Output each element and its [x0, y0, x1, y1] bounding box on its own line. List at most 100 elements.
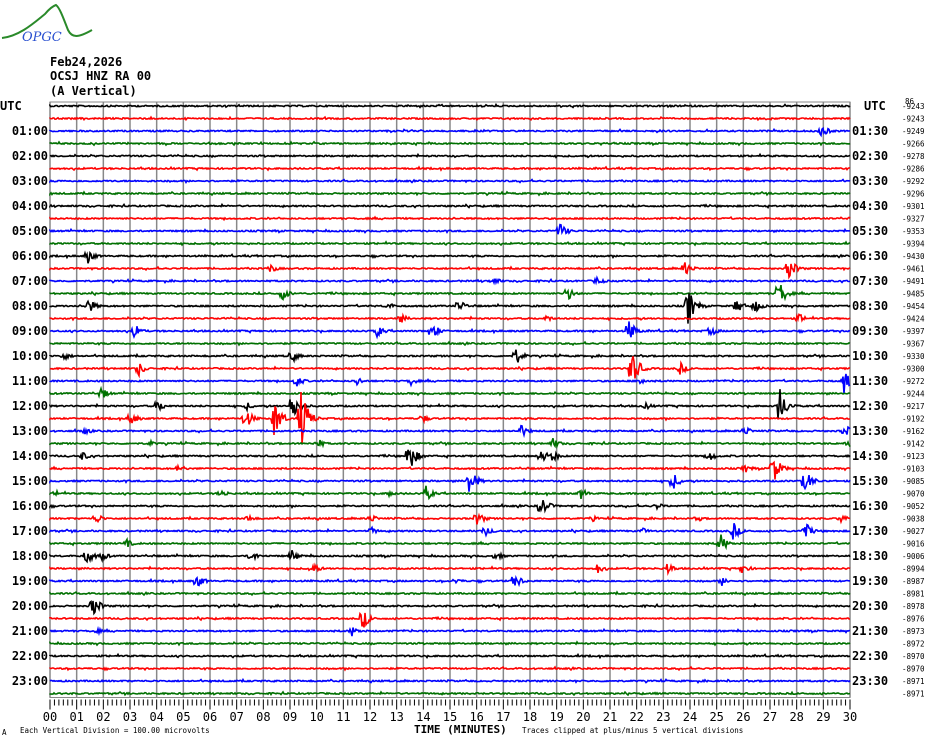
left-time-label: 23:00 [12, 674, 48, 688]
x-tick-label: 05 [176, 710, 190, 724]
trace-offset-label: -8976 [902, 615, 925, 624]
left-time-label: 18:00 [12, 549, 48, 563]
right-time-label: 07:30 [852, 274, 888, 288]
x-tick-label: 30 [843, 710, 857, 724]
right-time-label: 09:30 [852, 324, 888, 338]
trace-offset-label: -9424 [902, 315, 925, 324]
left-time-label: 21:00 [12, 624, 48, 638]
trace-offset-label: -9286 [902, 165, 925, 174]
trace-offset-label: -9353 [902, 227, 925, 236]
trace-offset-label: -9330 [902, 352, 925, 361]
x-tick-label: 08 [256, 710, 270, 724]
x-tick-label: 26 [736, 710, 750, 724]
x-tick-label: 27 [763, 710, 777, 724]
trace-offset-label: -9217 [902, 402, 925, 411]
right-time-label: 02:30 [852, 149, 888, 163]
right-time-label: 18:30 [852, 549, 888, 563]
trace-offset-label: -9300 [902, 365, 925, 374]
x-tick-label: 25 [709, 710, 723, 724]
left-time-label: 17:00 [12, 524, 48, 538]
logo: OPGC [1, 3, 93, 45]
right-time-label: 13:30 [852, 424, 888, 438]
right-time-label: 06:30 [852, 249, 888, 263]
left-time-label: 10:00 [12, 349, 48, 363]
header-station: OCSJ HNZ RA 00 [50, 69, 151, 83]
helicorder-plot: OPGC Feb24,2026 OCSJ HNZ RA 00 (A Vertic… [0, 3, 925, 737]
left-time-label: 16:00 [12, 499, 48, 513]
x-tick-label: 00 [43, 710, 57, 724]
left-time-label: 09:00 [12, 324, 48, 338]
left-time-label: 19:00 [12, 574, 48, 588]
right-time-label: 04:30 [852, 199, 888, 213]
trace-offset-label: -9327 [902, 215, 925, 224]
footer-mark: A [2, 728, 7, 737]
right-time-label: 03:30 [852, 174, 888, 188]
trace-offset-label: -9397 [902, 327, 925, 336]
trace-offset-label: -9038 [902, 515, 925, 524]
logo-text: OPGC [22, 30, 62, 45]
left-time-label: 15:00 [12, 474, 48, 488]
trace-offset-label: -9491 [902, 277, 925, 286]
right-time-label: 20:30 [852, 599, 888, 613]
left-time-label: 20:00 [12, 599, 48, 613]
trace-offset-label: -9243 [902, 115, 925, 124]
right-time-label: 21:30 [852, 624, 888, 638]
trace-offset-label: -9296 [902, 190, 925, 199]
trace-offset-label: -8971 [902, 690, 925, 699]
left-time-label: UTC [0, 99, 22, 113]
trace-offset-label: -9162 [902, 427, 925, 436]
trace-offset-label: -8987 [902, 577, 925, 586]
right-time-label: 08:30 [852, 299, 888, 313]
trace-offset-label: -9103 [902, 465, 925, 474]
x-tick-label: 01 [69, 710, 83, 724]
footer-scale-note: Each Vertical Division = 100.00 microvol… [20, 726, 210, 735]
trace-offset-label: -9367 [902, 340, 925, 349]
x-tick-label: 12 [363, 710, 377, 724]
left-time-label: 01:00 [12, 124, 48, 138]
trace-offset-label: -9123 [902, 452, 925, 461]
left-time-label: 05:00 [12, 224, 48, 238]
right-time-label: UTC [864, 99, 886, 113]
x-tick-label: 28 [789, 710, 803, 724]
x-tick-label: 04 [149, 710, 163, 724]
trace-offset-label: -9085 [902, 477, 925, 486]
x-tick-label: 29 [816, 710, 830, 724]
x-axis-title: TIME (MINUTES) [414, 723, 507, 736]
trace-offset-label: -9301 [902, 202, 925, 211]
left-time-label: 06:00 [12, 249, 48, 263]
left-time-label: 14:00 [12, 449, 48, 463]
trace-offset-label: -9244 [902, 390, 925, 399]
x-tick-label: 13 [389, 710, 403, 724]
x-tick-label: 16 [469, 710, 483, 724]
grid [49, 101, 851, 698]
trace-offset-label: -8971 [902, 677, 925, 686]
x-tick-label: 10 [309, 710, 323, 724]
trace-offset-label: -9461 [902, 265, 925, 274]
x-tick-label: 02 [96, 710, 110, 724]
left-time-label: 22:00 [12, 649, 48, 663]
x-tick-label: 21 [603, 710, 617, 724]
right-time-label: 10:30 [852, 349, 888, 363]
trace-offset-label: -8973 [902, 627, 925, 636]
trace-offset-label: -8978 [902, 602, 925, 611]
left-time-label: 04:00 [12, 199, 48, 213]
x-tick-label: 22 [629, 710, 643, 724]
trace-offset-label: -9243 [902, 102, 925, 111]
left-time-label: 02:00 [12, 149, 48, 163]
trace-offset-label: -9006 [902, 552, 925, 561]
right-time-label: 12:30 [852, 399, 888, 413]
trace-offset-label: -9142 [902, 440, 925, 449]
trace-offset-label: -8994 [902, 565, 925, 574]
trace-offset-label: -9485 [902, 290, 925, 299]
trace-offset-label: -9192 [902, 415, 925, 424]
trace-offset-label: -9430 [902, 252, 925, 261]
trace-offset-label: -9278 [902, 152, 925, 161]
x-tick-label: 07 [229, 710, 243, 724]
left-time-label: 11:00 [12, 374, 48, 388]
header-component: (A Vertical) [50, 84, 137, 98]
right-time-label: 16:30 [852, 499, 888, 513]
x-tick-label: 19 [549, 710, 563, 724]
right-time-label: 01:30 [852, 124, 888, 138]
right-time-label: 05:30 [852, 224, 888, 238]
trace-row-19 [49, 340, 851, 347]
